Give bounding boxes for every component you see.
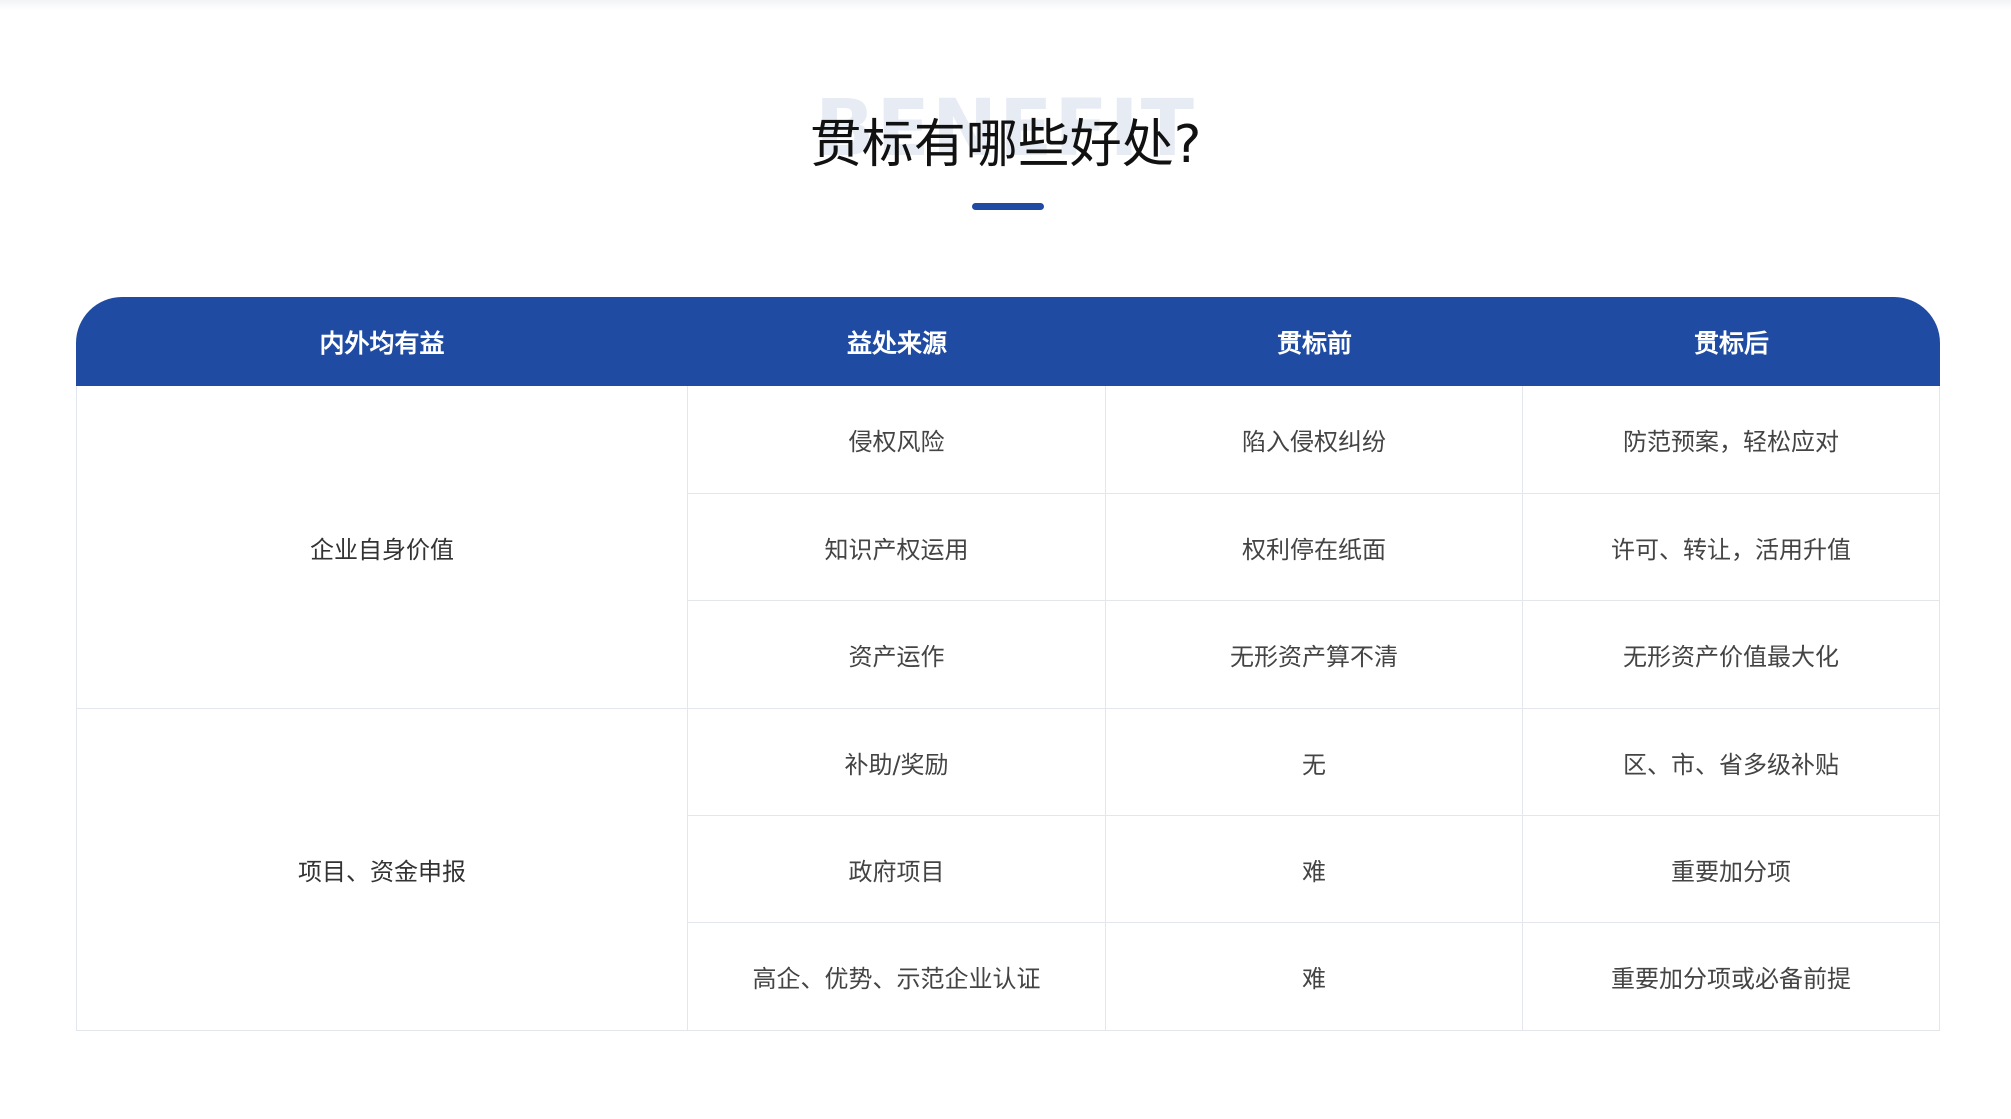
- table-row: 政府项目 难 重要加分项: [688, 816, 1939, 923]
- table-header: 内外均有益 益处来源 贯标前 贯标后: [76, 297, 1940, 386]
- cell-source: 知识产权运用: [688, 494, 1106, 600]
- header-benefit-scope: 内外均有益: [319, 328, 445, 358]
- cell-before: 无形资产算不清: [1106, 601, 1523, 708]
- cell-source: 侵权风险: [688, 386, 1106, 493]
- header-benefit-source: 益处来源: [846, 328, 947, 358]
- cell-source: 补助/奖励: [688, 709, 1106, 815]
- title-underline-bar: [972, 203, 1044, 210]
- group-label: 企业自身价值: [77, 386, 688, 708]
- section-heading: BENEFIT 贯标有哪些好处?: [0, 70, 2011, 220]
- cell-source: 资产运作: [688, 601, 1106, 708]
- cell-after: 无形资产价值最大化: [1623, 643, 1839, 671]
- group-rows: 侵权风险 陷入侵权纠纷 防范预案，轻松应对 知识产权运用 权利停在纸面 许可、转…: [688, 386, 1939, 708]
- table-row: 侵权风险 陷入侵权纠纷 防范预案，轻松应对: [688, 386, 1939, 494]
- top-shade: [0, 0, 2011, 10]
- group-rows: 补助/奖励 无 区、市、省多级补贴 政府项目 难 重要加分项 高企、优势、示范企…: [688, 709, 1939, 1030]
- table-row: 高企、优势、示范企业认证 难 重要加分项或必备前提: [688, 923, 1939, 1030]
- cell-before: 难: [1106, 816, 1523, 922]
- cell-after: 区、市、省多级补贴: [1623, 750, 1839, 779]
- cell-after: 重要加分项: [1671, 857, 1791, 886]
- table-row: 知识产权运用 权利停在纸面 许可、转让，活用升值: [688, 494, 1939, 601]
- cell-before: 无: [1106, 709, 1523, 815]
- section-title: 贯标有哪些好处?: [809, 115, 1202, 175]
- benefits-table: 内外均有益 益处来源 贯标前 贯标后 企业自身价值 侵权风险 陷入侵权纠纷 防范…: [76, 297, 1940, 1031]
- group-label: 项目、资金申报: [77, 709, 688, 1030]
- table-group-enterprise-value: 企业自身价值 侵权风险 陷入侵权纠纷 防范预案，轻松应对 知识产权运用 权利停在…: [77, 386, 1939, 709]
- header-before: 贯标前: [1276, 328, 1352, 358]
- cell-before: 陷入侵权纠纷: [1106, 386, 1523, 493]
- table-row: 补助/奖励 无 区、市、省多级补贴: [688, 709, 1939, 816]
- table-group-project-funding: 项目、资金申报 补助/奖励 无 区、市、省多级补贴 政府项目 难 重要加分项 高…: [77, 709, 1939, 1030]
- cell-after: 重要加分项或必备前提: [1611, 965, 1851, 993]
- cell-before: 难: [1106, 923, 1523, 1030]
- cell-after: 许可、转让，活用升值: [1611, 535, 1851, 564]
- cell-source: 高企、优势、示范企业认证: [688, 923, 1106, 1030]
- cell-source: 政府项目: [688, 816, 1106, 922]
- cell-before: 权利停在纸面: [1106, 494, 1523, 600]
- table-row: 资产运作 无形资产算不清 无形资产价值最大化: [688, 601, 1939, 708]
- cell-after: 防范预案，轻松应对: [1623, 428, 1839, 456]
- header-after: 贯标后: [1693, 328, 1769, 358]
- table-body: 企业自身价值 侵权风险 陷入侵权纠纷 防范预案，轻松应对 知识产权运用 权利停在…: [76, 386, 1940, 1031]
